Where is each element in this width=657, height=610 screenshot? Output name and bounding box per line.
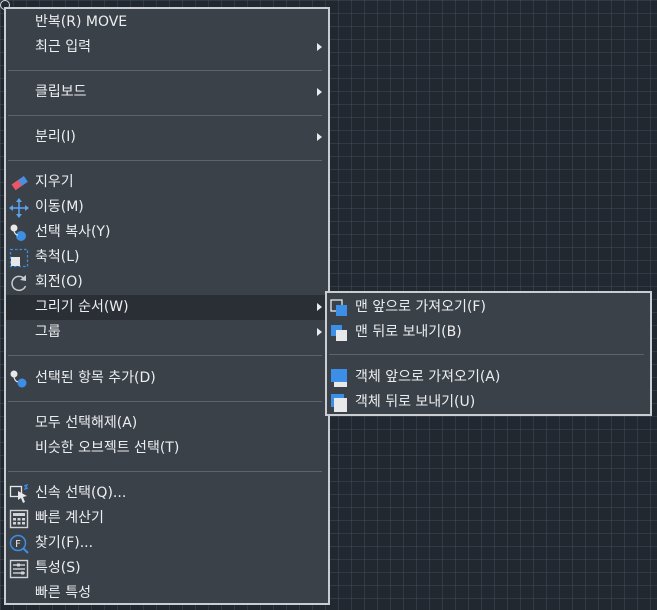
menu-item-label: 최근 입력 bbox=[35, 39, 91, 55]
submenu-arrow-icon bbox=[317, 88, 322, 96]
menu-item-quick-calc[interactable]: 빠른 계산기 bbox=[6, 506, 328, 531]
menu-item-label: 모두 선택해제(A) bbox=[35, 415, 138, 431]
submenu-arrow-icon bbox=[317, 303, 322, 311]
scale-icon bbox=[9, 248, 29, 268]
menu-item-properties[interactable]: 특성(S) bbox=[6, 556, 328, 581]
menu-item-label: 이동(M) bbox=[35, 199, 84, 215]
calculator-icon bbox=[9, 509, 29, 529]
menu-item-rotate[interactable]: 회전(O) bbox=[6, 270, 328, 295]
menu-item-label: 그룹 bbox=[35, 324, 61, 340]
menu-separator bbox=[8, 70, 322, 71]
svg-text:F: F bbox=[15, 539, 21, 550]
menu-item-label: 선택된 항목 추가(D) bbox=[35, 370, 156, 386]
menu-item-quick-select[interactable]: 신속 선택(Q)... bbox=[6, 481, 328, 506]
quick-select-icon bbox=[9, 484, 29, 504]
properties-icon bbox=[9, 559, 29, 579]
menu-item-label: 맨 뒤로 보내기(B) bbox=[355, 324, 462, 340]
menu-item-select-similar[interactable]: 비슷한 오브젝트 선택(T) bbox=[6, 436, 328, 461]
menu-item-group[interactable]: 그룹 bbox=[6, 320, 328, 345]
menu-item-deselect-all[interactable]: 모두 선택해제(A) bbox=[6, 411, 328, 436]
menu-item-label: 축척(L) bbox=[35, 249, 80, 265]
eraser-icon bbox=[9, 173, 29, 193]
menu-separator bbox=[329, 354, 644, 355]
send-to-back-icon bbox=[329, 323, 349, 343]
menu-item-repeat-move[interactable]: 반복(R) MOVE bbox=[6, 10, 328, 35]
menu-separator bbox=[8, 160, 322, 161]
menu-item-label: 특성(S) bbox=[35, 560, 81, 576]
menu-item-label: 신속 선택(Q)... bbox=[35, 485, 127, 501]
menu-item-isolate[interactable]: 분리(I) bbox=[6, 125, 328, 150]
rotate-icon bbox=[9, 273, 29, 293]
menu-item-move[interactable]: 이동(M) bbox=[6, 195, 328, 220]
menu-separator bbox=[8, 471, 322, 472]
menu-item-label: 객체 뒤로 보내기(U) bbox=[355, 394, 476, 410]
menu-item-label: 클립보드 bbox=[35, 84, 87, 100]
menu-item-copy-selection[interactable]: 선택 복사(Y) bbox=[6, 220, 328, 245]
context-menu: 반복(R) MOVE 최근 입력 클립보드 분리(I) 지우기 이동(M) 선택… bbox=[4, 7, 330, 605]
menu-item-label: 선택 복사(Y) bbox=[35, 224, 111, 240]
menu-item-label: 분리(I) bbox=[35, 129, 76, 145]
submenu-arrow-icon bbox=[317, 328, 322, 336]
menu-item-draw-order[interactable]: 그리기 순서(W) bbox=[6, 295, 328, 320]
menu-item-scale[interactable]: 축척(L) bbox=[6, 245, 328, 270]
move-icon bbox=[9, 198, 29, 218]
bring-to-front-icon bbox=[329, 298, 349, 318]
menu-item-label: 그리기 순서(W) bbox=[35, 299, 129, 315]
menu-item-add-selected[interactable]: 선택된 항목 추가(D) bbox=[6, 366, 328, 391]
add-selected-icon bbox=[9, 369, 29, 389]
submenu-arrow-icon bbox=[317, 43, 322, 51]
menu-item-find[interactable]: F 찾기(F)... bbox=[6, 531, 328, 556]
menu-item-label: 객체 앞으로 가져오기(A) bbox=[355, 369, 501, 385]
find-icon: F bbox=[9, 534, 29, 554]
send-under-objects-icon bbox=[329, 393, 349, 413]
menu-separator bbox=[8, 115, 322, 116]
menu-item-recent-input[interactable]: 최근 입력 bbox=[6, 35, 328, 60]
menu-item-label: 빠른 계산기 bbox=[35, 510, 104, 526]
menu-separator bbox=[8, 355, 322, 356]
submenu-item-send-to-back[interactable]: 맨 뒤로 보내기(B) bbox=[327, 320, 650, 345]
submenu-item-bring-to-front[interactable]: 맨 앞으로 가져오기(F) bbox=[327, 295, 650, 320]
draw-order-submenu: 맨 앞으로 가져오기(F) 맨 뒤로 보내기(B) 객체 앞으로 가져오기(A) bbox=[325, 291, 652, 416]
menu-item-label: 지우기 bbox=[35, 174, 74, 190]
menu-item-label: 비슷한 오브젝트 선택(T) bbox=[35, 440, 180, 456]
submenu-item-send-under-objects[interactable]: 객체 뒤로 보내기(U) bbox=[327, 390, 650, 415]
submenu-item-bring-above-objects[interactable]: 객체 앞으로 가져오기(A) bbox=[327, 365, 650, 390]
menu-item-quick-properties[interactable]: 빠른 특성 bbox=[6, 581, 328, 606]
menu-item-label: 빠른 특성 bbox=[35, 585, 91, 601]
menu-item-label: 회전(O) bbox=[35, 274, 83, 290]
menu-item-erase[interactable]: 지우기 bbox=[6, 170, 328, 195]
bring-above-objects-icon bbox=[329, 368, 349, 388]
submenu-arrow-icon bbox=[317, 133, 322, 141]
menu-item-clipboard[interactable]: 클립보드 bbox=[6, 80, 328, 105]
menu-item-label: 반복(R) MOVE bbox=[35, 14, 128, 30]
copy-selection-icon bbox=[9, 223, 29, 243]
menu-item-label: 맨 앞으로 가져오기(F) bbox=[355, 299, 486, 315]
menu-item-label: 찾기(F)... bbox=[35, 535, 94, 551]
menu-separator bbox=[8, 401, 322, 402]
